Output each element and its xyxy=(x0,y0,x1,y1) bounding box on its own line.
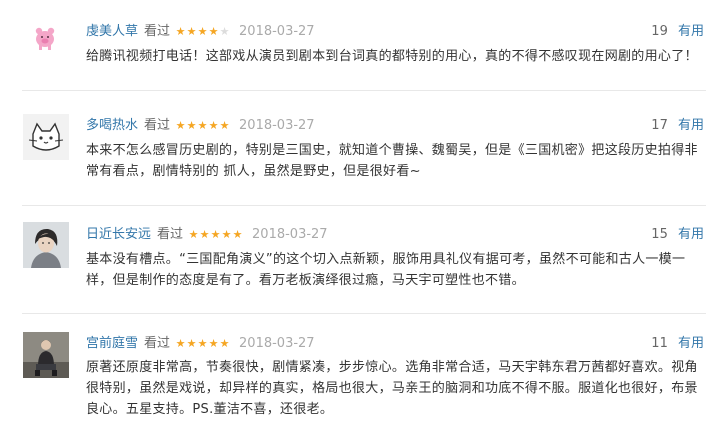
vote-count: 19 xyxy=(651,24,668,39)
avatar[interactable] xyxy=(23,114,69,160)
comment-time: 2018-03-27 xyxy=(239,336,315,351)
watch-status: 看过 xyxy=(144,24,171,39)
star-icon: ★ xyxy=(175,119,186,132)
vote-count: 15 xyxy=(651,227,668,242)
star-icon: ★ xyxy=(219,337,230,350)
star-icon: ★ xyxy=(208,337,219,350)
watch-status: 看过 xyxy=(157,227,184,242)
star-icon: ★ xyxy=(208,119,219,132)
comment-time: 2018-03-27 xyxy=(252,227,328,242)
rating-stars: ★ ★ ★ ★ ★ xyxy=(175,26,230,38)
username-link[interactable]: 虔美人草 xyxy=(86,23,138,41)
username-link[interactable]: 日近长安远 xyxy=(86,226,151,244)
star-icon: ★ xyxy=(186,337,197,350)
vote-area: 19 有用 xyxy=(651,23,704,41)
rating-stars: ★ ★ ★ ★ ★ xyxy=(175,338,230,350)
vote-area: 15 有用 xyxy=(651,226,704,244)
star-icon: ★ xyxy=(197,337,208,350)
rating-stars: ★ ★ ★ ★ ★ xyxy=(188,229,243,241)
useful-button[interactable]: 有用 xyxy=(678,118,704,133)
divider xyxy=(22,205,706,206)
star-icon: ★ xyxy=(208,25,219,38)
star-icon: ★ xyxy=(210,228,221,241)
pink-pig-avatar-icon xyxy=(23,13,69,59)
comment-header: 多喝热水 看过 ★ ★ ★ ★ ★ 2018-03-27 xyxy=(86,117,315,135)
comment-text: 本来不怎么感冒历史剧的，特别是三国史，就知道个曹操、魏蜀吴，但是《三国机密》把这… xyxy=(86,143,698,179)
vote-area: 17 有用 xyxy=(651,117,704,135)
comment-header: 虔美人草 看过 ★ ★ ★ ★ ★ 2018-03-27 xyxy=(86,23,315,41)
star-icon: ★ xyxy=(221,228,232,241)
star-icon: ★ xyxy=(219,119,230,132)
useful-button[interactable]: 有用 xyxy=(678,227,704,242)
rating-stars: ★ ★ ★ ★ ★ xyxy=(175,120,230,132)
useful-button[interactable]: 有用 xyxy=(678,24,704,39)
star-icon: ★ xyxy=(232,228,243,241)
short-comments-list: 虔美人草 看过 ★ ★ ★ ★ ★ 2018-03-27 19 有用 给腾讯视频打电话！… xyxy=(0,0,726,432)
divider xyxy=(22,313,706,314)
star-icon: ★ xyxy=(175,337,186,350)
star-icon: ★ xyxy=(186,119,197,132)
useful-button[interactable]: 有用 xyxy=(678,336,704,351)
comment-time: 2018-03-27 xyxy=(239,24,315,39)
star-icon: ★ xyxy=(197,25,208,38)
comment-text: 给腾讯视频打电话！这部戏从演员到剧本到台词真的都特别的用心，真的不得不感叹现在网… xyxy=(86,49,698,64)
star-icon: ★ xyxy=(188,228,199,241)
star-icon: ★ xyxy=(199,228,210,241)
watch-status: 看过 xyxy=(144,118,171,133)
star-icon: ★ xyxy=(186,25,197,38)
cat-doodle-avatar-icon xyxy=(23,114,69,160)
avatar[interactable] xyxy=(23,13,69,59)
sitting-man-avatar-icon xyxy=(23,332,69,378)
username-link[interactable]: 多喝热水 xyxy=(86,117,138,135)
vote-area: 11 有用 xyxy=(651,335,704,353)
username-link[interactable]: 宫前庭雪 xyxy=(86,335,138,353)
comment-header: 宫前庭雪 看过 ★ ★ ★ ★ ★ 2018-03-27 xyxy=(86,335,315,353)
divider xyxy=(22,90,706,91)
watch-status: 看过 xyxy=(144,336,171,351)
avatar[interactable] xyxy=(23,222,69,268)
star-icon: ★ xyxy=(197,119,208,132)
vote-count: 17 xyxy=(651,118,668,133)
comment-text: 原著还原度非常高，节奏很快，剧情紧凑，步步惊心。选角非常合适，马天宇韩东君万茜都… xyxy=(86,360,698,417)
star-icon: ★ xyxy=(219,25,230,38)
star-icon: ★ xyxy=(175,25,186,38)
comment-text: 基本没有槽点。“三国配角演义”的这个切入点新颖，服饰用具礼仪有据可考，虽然不可能… xyxy=(86,252,686,288)
comment-time: 2018-03-27 xyxy=(239,118,315,133)
portrait-woman-avatar-icon xyxy=(23,222,69,268)
avatar[interactable] xyxy=(23,332,69,378)
comment-header: 日近长安远 看过 ★ ★ ★ ★ ★ 2018-03-27 xyxy=(86,226,328,244)
vote-count: 11 xyxy=(651,336,668,351)
